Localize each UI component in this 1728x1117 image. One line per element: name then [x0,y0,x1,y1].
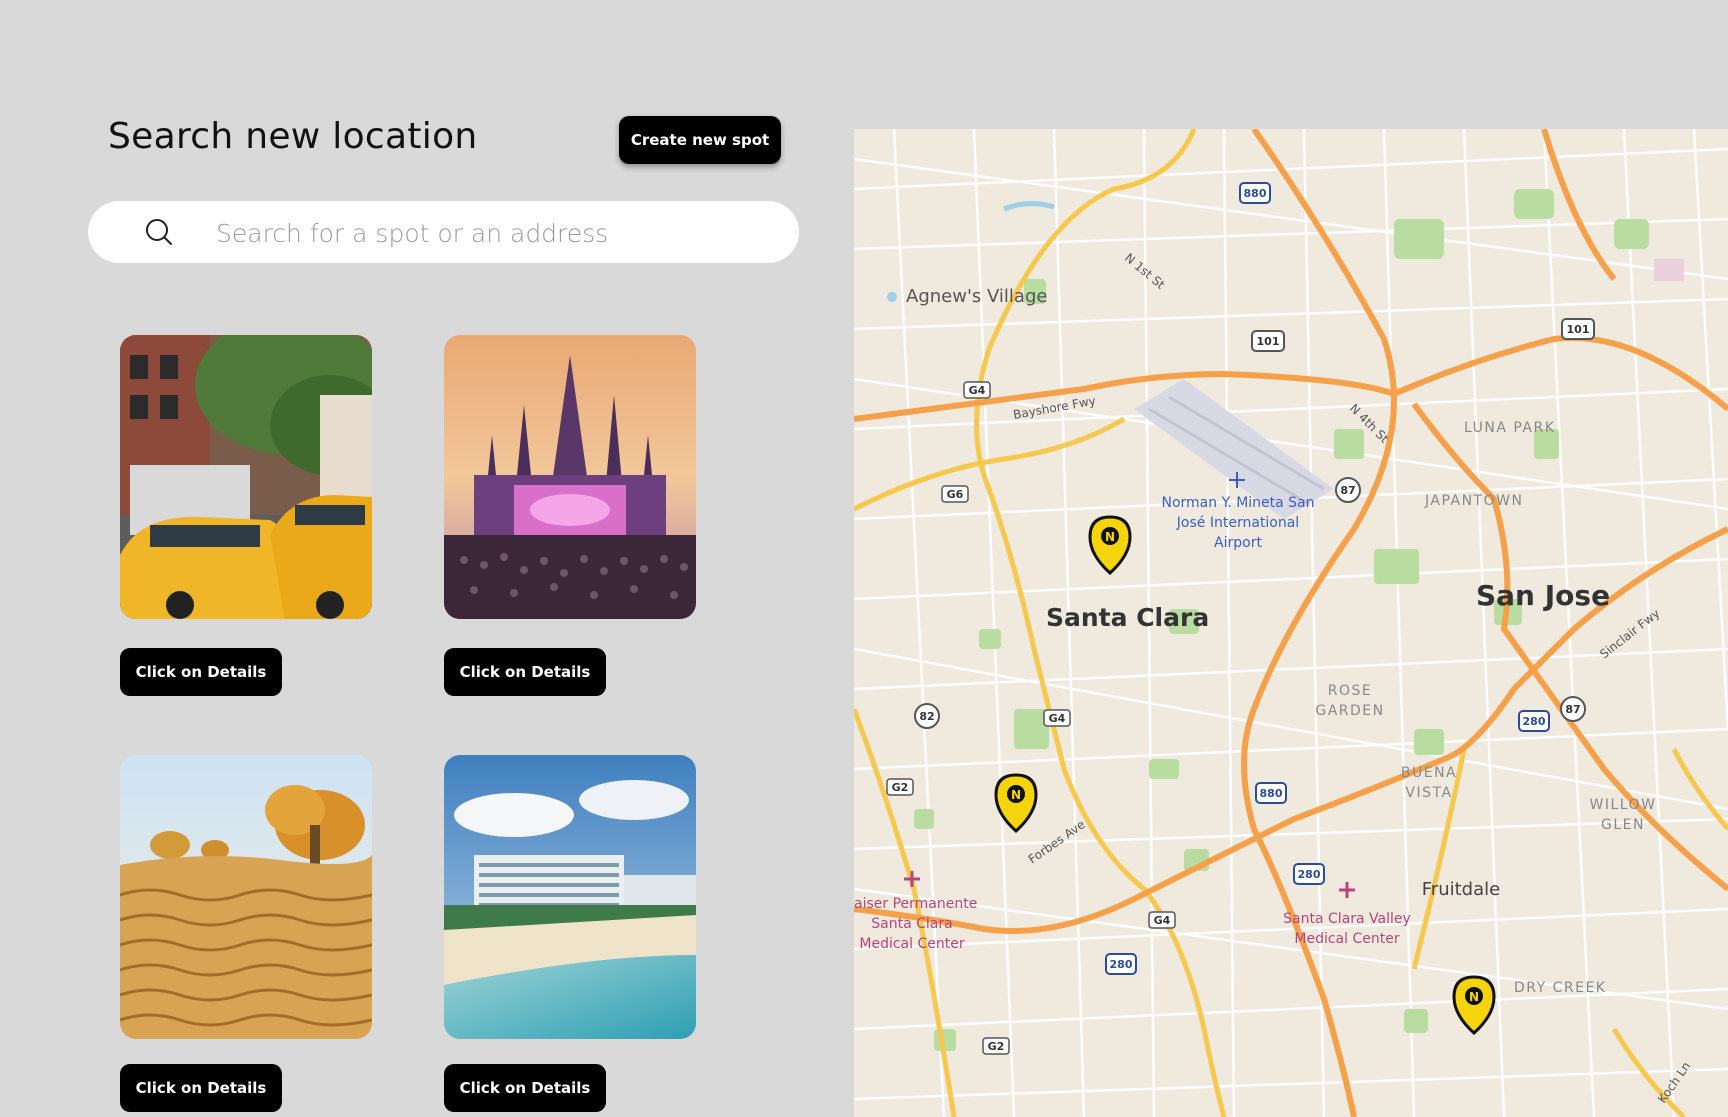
label-santa-clara: Santa Clara [1046,603,1209,632]
details-button-2[interactable]: Click on Details [444,648,606,696]
svg-text:82: 82 [919,710,934,723]
svg-text:Airport: Airport [1214,535,1262,551]
shield-101-1: 101 [1251,330,1285,352]
svg-text:G2: G2 [988,1040,1005,1053]
svg-text:87: 87 [1340,484,1355,497]
label-willow-glen: WILLOW [1590,797,1657,813]
svg-text:Santa Clara: Santa Clara [871,916,952,932]
svg-text:Medical Center: Medical Center [859,936,964,952]
shield-g4-2: G4 [1043,709,1071,727]
svg-text:GLEN: GLEN [1601,817,1645,833]
search-bar[interactable] [88,201,799,263]
svg-text:N: N [1469,990,1479,1004]
svg-text:VISTA: VISTA [1405,785,1452,801]
shield-87-2: 87 [1560,696,1586,722]
page-title: Search new location [108,116,478,157]
svg-text:G2: G2 [892,781,909,794]
svg-text:G6: G6 [947,488,964,501]
svg-text:880: 880 [1244,187,1267,200]
shield-82: 82 [914,703,940,729]
label-luna-park: LUNA PARK [1464,420,1555,436]
label-airport: Norman Y. Mineta San [1161,495,1314,511]
label-scv-medical: Santa Clara Valley [1283,911,1411,927]
svg-text:880: 880 [1260,787,1283,800]
shield-g4-1: G4 [963,381,991,399]
svg-text:Medical Center: Medical Center [1294,931,1399,947]
svg-text:101: 101 [1567,323,1590,336]
shield-g4-3: G4 [1148,911,1176,929]
shield-280-1: 280 [1518,710,1550,732]
shield-g2-1: G2 [886,778,914,796]
svg-text:N: N [1105,530,1115,544]
label-rose-garden: ROSE [1328,683,1372,699]
label-agnews: Agnew's Village [906,286,1047,307]
label-dry-creek: DRY CREEK [1514,980,1607,996]
shield-880-2: 880 [1255,782,1287,804]
svg-text:N: N [1011,788,1021,802]
spot-image-festival[interactable] [444,335,696,619]
create-new-spot-button[interactable]: Create new spot [619,116,781,164]
spot-image-desert[interactable] [120,755,372,1039]
svg-text:101: 101 [1257,335,1280,348]
label-fruitdale: Fruitdale [1422,879,1500,900]
svg-text:José International: José International [1176,515,1299,531]
shield-g2-2: G2 [982,1037,1010,1055]
map-view[interactable]: 880 101 101 G4 G6 87 82 G4 G2 880 280 87… [854,129,1728,1117]
shield-280-2: 280 [1293,863,1325,885]
details-button-3[interactable]: Click on Details [120,1064,282,1112]
label-japantown: JAPANTOWN [1424,493,1523,509]
spot-image-beach-resort[interactable] [444,755,696,1039]
shield-87-1: 87 [1335,477,1361,503]
search-input[interactable] [214,211,778,255]
shield-280-3: 280 [1105,953,1137,975]
shield-880-1: 880 [1239,182,1271,204]
shield-g6: G6 [941,485,969,503]
svg-text:280: 280 [1110,958,1133,971]
label-kaiser: aiser Permanente [854,896,977,912]
svg-text:G4: G4 [969,384,986,397]
details-button-4[interactable]: Click on Details [444,1064,606,1112]
svg-text:G4: G4 [1049,712,1066,725]
svg-text:280: 280 [1298,868,1321,881]
details-button-1[interactable]: Click on Details [120,648,282,696]
svg-text:G4: G4 [1154,914,1171,927]
label-san-jose: San Jose [1476,579,1610,612]
svg-text:GARDEN: GARDEN [1315,703,1384,719]
search-icon [146,219,172,245]
svg-text:87: 87 [1565,703,1580,716]
shield-101-2: 101 [1561,318,1595,340]
label-buena-vista: BUENA [1401,765,1457,781]
svg-text:280: 280 [1523,715,1546,728]
spot-image-city-taxis[interactable] [120,335,372,619]
